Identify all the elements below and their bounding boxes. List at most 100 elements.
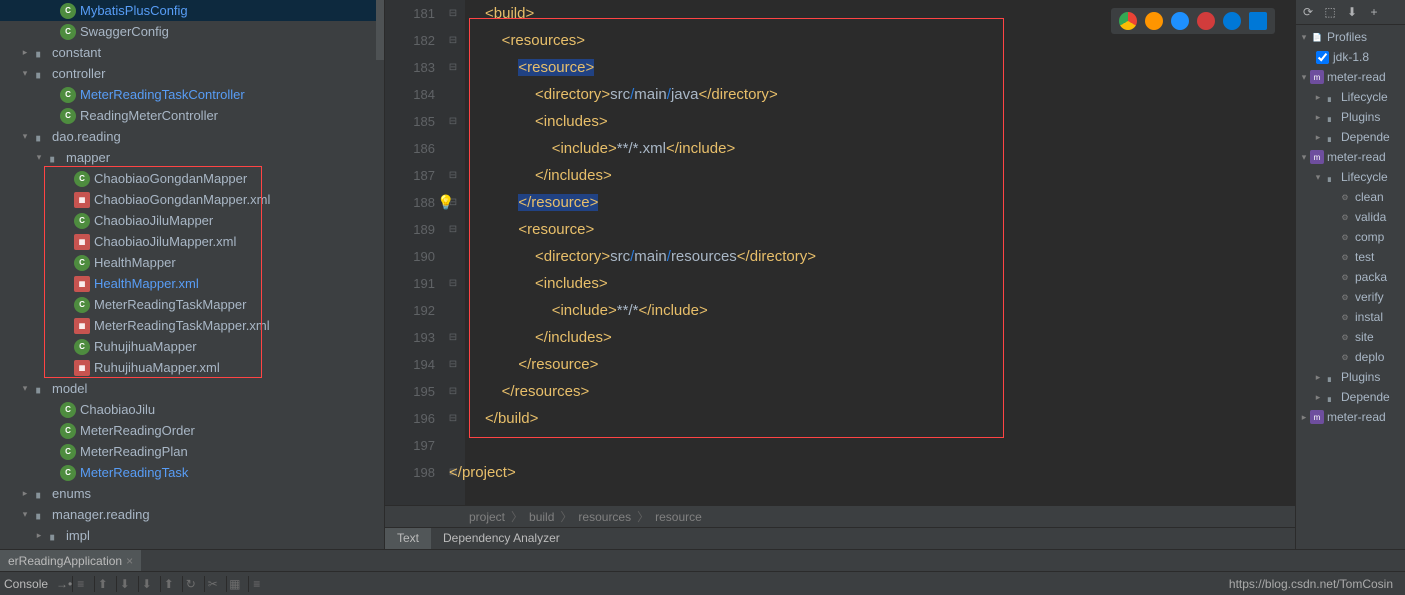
- tree-item[interactable]: CChaobiaoJilu: [0, 399, 384, 420]
- tree-item[interactable]: ▾▖dao.reading: [0, 126, 384, 147]
- console-icon[interactable]: ▦: [226, 576, 242, 592]
- tree-item-label: model: [52, 381, 87, 396]
- maven-tree-item[interactable]: ⚙clean: [1296, 187, 1405, 207]
- tree-item[interactable]: ▾▖model: [0, 378, 384, 399]
- tree-item[interactable]: ▸▖enums: [0, 483, 384, 504]
- download-icon[interactable]: ⬇: [1344, 4, 1360, 20]
- maven-profiles-node[interactable]: ▾📄Profiles: [1296, 27, 1405, 47]
- maven-tree-item[interactable]: ▸▖Plugins: [1296, 367, 1405, 387]
- tree-item[interactable]: ▦HealthMapper.xml: [0, 273, 384, 294]
- maven-tree-item[interactable]: ▾mmeter-read: [1296, 147, 1405, 167]
- maven-tree-item[interactable]: ⚙deplo: [1296, 347, 1405, 367]
- maven-tree-item[interactable]: ▾▖Lifecycle: [1296, 167, 1405, 187]
- maven-tree-item[interactable]: ▸▖Lifecycle: [1296, 87, 1405, 107]
- maven-item-label: Plugins: [1341, 110, 1380, 124]
- tree-item[interactable]: C MeterReadingTaskController: [0, 84, 384, 105]
- breadcrumb-item[interactable]: resources: [574, 510, 635, 524]
- tree-item[interactable]: ▦ChaobiaoGongdanMapper.xml: [0, 189, 384, 210]
- console-icon[interactable]: ⬆: [160, 576, 176, 592]
- maven-tree-item[interactable]: ⚙site: [1296, 327, 1405, 347]
- maven-tree-item[interactable]: ▾mmeter-read: [1296, 67, 1405, 87]
- tree-item[interactable]: CMeterReadingTask: [0, 462, 384, 483]
- maven-item-label: site: [1355, 330, 1374, 344]
- maven-tree-item[interactable]: ▸mmeter-read: [1296, 407, 1405, 427]
- firefox-icon[interactable]: [1145, 12, 1163, 30]
- tree-item[interactable]: ▦RuhujihuaMapper.xml: [0, 357, 384, 378]
- tree-item-label: controller: [52, 66, 105, 81]
- tree-item[interactable]: CChaobiaoGongdanMapper: [0, 168, 384, 189]
- run-configuration-tab[interactable]: erReadingApplication ×: [0, 550, 141, 571]
- console-icon[interactable]: ≡: [72, 576, 88, 592]
- profile-checkbox[interactable]: [1316, 51, 1329, 64]
- maven-tree-item[interactable]: ⚙test: [1296, 247, 1405, 267]
- console-icon[interactable]: ✂: [204, 576, 220, 592]
- tab-text[interactable]: Text: [385, 528, 431, 549]
- tree-item[interactable]: ▸▖impl: [0, 525, 384, 546]
- console-icon[interactable]: ⬇: [138, 576, 154, 592]
- maven-item-label: Lifecycle: [1341, 170, 1388, 184]
- breadcrumb-item[interactable]: build: [525, 510, 558, 524]
- safari-icon[interactable]: [1171, 12, 1189, 30]
- folder-icon: ▖: [1324, 90, 1338, 104]
- tree-item[interactable]: ▦MeterReadingTaskMapper.xml: [0, 315, 384, 336]
- refresh-icon[interactable]: ⟳: [1300, 4, 1316, 20]
- generate-sources-icon[interactable]: ⬚: [1322, 4, 1338, 20]
- maven-tree-item[interactable]: ⚙verify: [1296, 287, 1405, 307]
- console-icon[interactable]: ⬆: [94, 576, 110, 592]
- tree-item[interactable]: CMeterReadingPlan: [0, 441, 384, 462]
- tree-item[interactable]: CRuhujihuaMapper: [0, 336, 384, 357]
- maven-tree-item[interactable]: ▸▖Depende: [1296, 387, 1405, 407]
- maven-tree-item[interactable]: ▸▖Depende: [1296, 127, 1405, 147]
- tab-dependency-analyzer[interactable]: Dependency Analyzer: [431, 528, 572, 549]
- class-icon: C: [60, 87, 76, 103]
- maven-tree-item[interactable]: ⚙packa: [1296, 267, 1405, 287]
- folder-icon: ▖: [1324, 130, 1338, 144]
- edge-icon[interactable]: [1249, 12, 1267, 30]
- maven-tree-item[interactable]: ⚙comp: [1296, 227, 1405, 247]
- tree-item[interactable]: CHealthMapper: [0, 252, 384, 273]
- tree-item-label: MeterReadingTaskMapper.xml: [94, 318, 270, 333]
- tree-item[interactable]: ▦ChaobiaoJiluMapper.xml: [0, 231, 384, 252]
- chrome-icon[interactable]: [1119, 12, 1137, 30]
- ie-icon[interactable]: [1223, 12, 1241, 30]
- tree-item-label: MeterReadingTaskController: [80, 87, 245, 102]
- maven-item-label: comp: [1355, 230, 1384, 244]
- tree-item[interactable]: ▾▖manager.reading: [0, 504, 384, 525]
- tree-item[interactable]: CChaobiaoJiluMapper: [0, 210, 384, 231]
- tree-item[interactable]: ▾▖controller: [0, 63, 384, 84]
- gear-icon: ⚙: [1338, 250, 1352, 264]
- scrollbar-thumb[interactable]: [376, 0, 384, 60]
- tree-item[interactable]: CReadingMeterController: [0, 105, 384, 126]
- maven-panel[interactable]: ⟳ ⬚ ⬇ + ▾📄Profiles jdk-1.8 ▾mmeter-read▸…: [1295, 0, 1405, 549]
- intention-bulb-icon[interactable]: 💡: [437, 189, 454, 216]
- maven-profile-jdk[interactable]: jdk-1.8: [1296, 47, 1405, 67]
- folder-icon: ▖: [1324, 370, 1338, 384]
- tree-item[interactable]: CMybatisPlusConfig: [0, 0, 384, 21]
- breadcrumb-item[interactable]: project: [465, 510, 509, 524]
- maven-tree-item[interactable]: ▸▖Plugins: [1296, 107, 1405, 127]
- folder-icon: ▖: [32, 45, 48, 61]
- project-tree-panel[interactable]: CMybatisPlusConfigCSwaggerConfig▸▖consta…: [0, 0, 385, 549]
- tree-item[interactable]: CMeterReadingOrder: [0, 420, 384, 441]
- maven-tree-item[interactable]: ⚙valida: [1296, 207, 1405, 227]
- opera-icon[interactable]: [1197, 12, 1215, 30]
- add-icon[interactable]: +: [1366, 4, 1382, 20]
- console-icon[interactable]: ↻: [182, 576, 198, 592]
- close-icon[interactable]: ×: [126, 554, 133, 568]
- fold-gutter[interactable]: ⊟ ⊟ ⊟ ⊟ ⊟ ⊟ ⊟ ⊟ ⊟ ⊟ ⊟ ⊟ ⊟: [445, 0, 465, 505]
- tree-item[interactable]: ▸▖constant: [0, 42, 384, 63]
- tree-item[interactable]: CSwaggerConfig: [0, 21, 384, 42]
- maven-tree-item[interactable]: ⚙instal: [1296, 307, 1405, 327]
- folder-icon: ▖: [1324, 170, 1338, 184]
- console-label: Console: [4, 577, 56, 591]
- tree-item[interactable]: CMeterReadingTaskMapper: [0, 294, 384, 315]
- class-icon: C: [74, 255, 90, 271]
- code-editor[interactable]: <build> <resources> <resource> <director…: [465, 0, 1295, 505]
- tree-item-label: constant: [52, 45, 101, 60]
- console-icon[interactable]: ≡: [248, 576, 264, 592]
- tree-item[interactable]: ▾▖mapper: [0, 147, 384, 168]
- console-icon[interactable]: ⬇: [116, 576, 132, 592]
- breadcrumb-item[interactable]: resource: [651, 510, 706, 524]
- xml-file-icon: ▦: [74, 276, 90, 292]
- tree-item-label: ReadingMeterController: [80, 108, 218, 123]
